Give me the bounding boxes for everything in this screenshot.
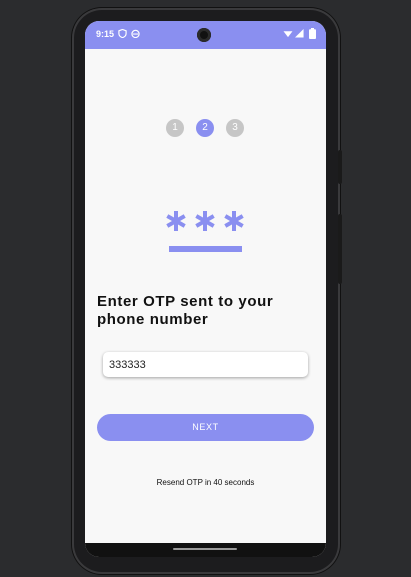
next-button[interactable]: NEXT: [97, 414, 314, 441]
otp-input[interactable]: [103, 352, 308, 377]
home-indicator[interactable]: [173, 548, 237, 550]
password-asterisks-icon: [166, 211, 244, 252]
page-title: Enter OTP sent to your phone number: [97, 293, 274, 328]
screen: 9:15 1 2 3 Enter OTP sent to your phone …: [85, 21, 326, 557]
resend-otp-text: Resend OTP in 40 seconds: [156, 478, 255, 487]
power-button: [338, 150, 342, 184]
volume-button: [338, 214, 342, 284]
navigation-bar: [85, 543, 326, 557]
